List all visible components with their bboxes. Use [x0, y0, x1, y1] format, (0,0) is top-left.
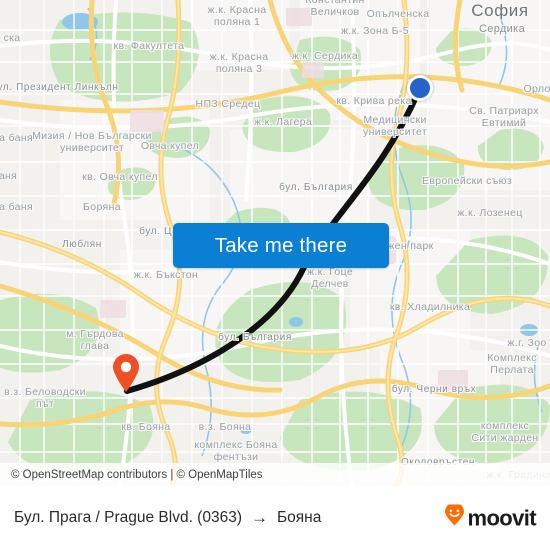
origin-marker[interactable]	[407, 75, 433, 101]
arrow-right-icon: →	[251, 508, 268, 527]
map-attribution: © OpenStreetMap contributors | © OpenMap…	[0, 463, 550, 486]
take-me-there-button[interactable]: Take me there	[173, 223, 389, 268]
trip-origin-label: Бул. Прага / Prague Blvd. (0363)	[14, 509, 242, 526]
moovit-trip-map-screen: ска кв. Факултета ж.к. Красна поляна 1 ж.к.…	[0, 0, 550, 550]
moovit-pin-icon	[444, 502, 465, 532]
attribution-text[interactable]: © OpenStreetMap contributors | © OpenMap…	[0, 469, 263, 481]
trip-summary: Бул. Прага / Prague Blvd. (0363) → Бояна	[0, 508, 321, 528]
moovit-logo[interactable]: moovit	[444, 502, 537, 532]
destination-marker[interactable]	[111, 353, 141, 393]
moovit-wordmark: moovit	[467, 505, 536, 530]
map-canvas[interactable]: ска кв. Факултета ж.к. Красна поляна 1 ж.к.…	[0, 0, 550, 486]
caption-bar: Бул. Прага / Prague Blvd. (0363) → Бояна…	[0, 486, 550, 550]
trip-destination-label: Бояна	[277, 509, 322, 526]
